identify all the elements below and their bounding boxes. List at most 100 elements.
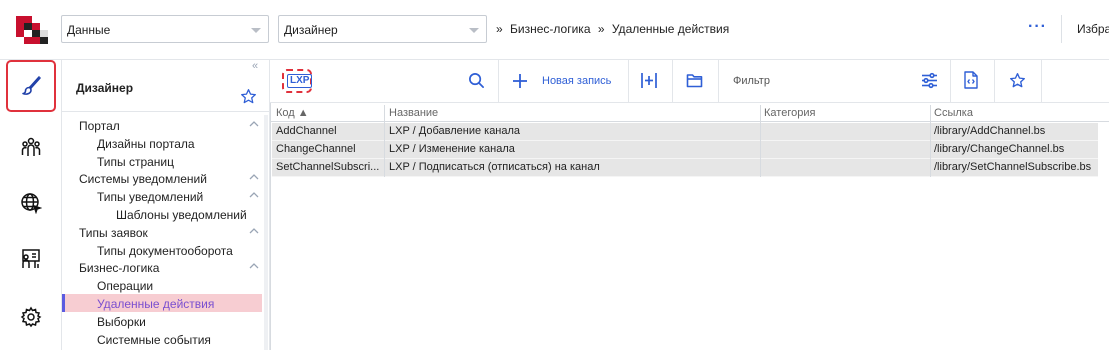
column-header-code[interactable]: Код ▲ bbox=[276, 107, 309, 119]
rail-item-users[interactable] bbox=[6, 122, 56, 174]
table-row[interactable]: SetChannelSubscri... LXP / Подписаться (о… bbox=[272, 159, 1098, 177]
table-cell-link: /library/ChangeChannel.bs bbox=[934, 143, 1065, 155]
table-cell-code: ChangeChannel bbox=[276, 143, 356, 155]
tree-item-label: Дизайны портала bbox=[97, 136, 195, 151]
more-menu-button[interactable]: ··· bbox=[1028, 18, 1047, 36]
tree-item-label: Типы документооборота bbox=[97, 243, 233, 258]
gear-icon bbox=[20, 306, 42, 331]
toolbar-divider bbox=[498, 60, 499, 103]
toolbar: LXP Новая запись Фильтр bbox=[270, 60, 1109, 103]
rail-item-presentation[interactable] bbox=[6, 234, 56, 286]
toolbar-divider bbox=[718, 60, 719, 103]
mode-select[interactable]: Дизайнер bbox=[278, 15, 487, 43]
table-row[interactable]: AddChannel LXP / Добавление канала/librar… bbox=[272, 123, 1098, 141]
globe-icon bbox=[20, 192, 43, 217]
tree-item[interactable]: Операции bbox=[62, 276, 270, 294]
search-icon[interactable] bbox=[468, 72, 485, 92]
chevron-down-icon bbox=[251, 28, 261, 33]
left-rail bbox=[0, 60, 62, 350]
chevron-up-icon[interactable] bbox=[248, 225, 260, 239]
top-bar: Данные Дизайнер » Бизнес-логика » Удален… bbox=[0, 0, 1109, 60]
main-left-border bbox=[270, 103, 271, 350]
table-cell-code: AddChannel bbox=[276, 125, 337, 137]
plus-icon[interactable] bbox=[512, 73, 528, 92]
tree-item[interactable]: Удаленные действия bbox=[62, 294, 262, 312]
tree-item-label: Операции bbox=[97, 279, 154, 294]
tree-item[interactable]: Системные события bbox=[62, 330, 270, 348]
tree-item[interactable]: Портал bbox=[62, 116, 270, 134]
panel-scrollbar[interactable] bbox=[264, 115, 268, 350]
toolbar-divider bbox=[994, 60, 995, 103]
panel-title: Дизайнер bbox=[76, 81, 134, 95]
folder-icon[interactable] bbox=[686, 73, 703, 91]
tree-item-label: Системы уведомлений bbox=[79, 172, 207, 187]
mode-select-value: Дизайнер bbox=[284, 23, 338, 37]
column-header-name[interactable]: Название bbox=[389, 107, 438, 119]
people-icon bbox=[20, 136, 42, 161]
toolbar-divider bbox=[672, 60, 673, 103]
breadcrumb-separator: » bbox=[496, 22, 503, 36]
toolbar-divider bbox=[628, 60, 629, 103]
main-content: LXP Новая запись Фильтр Код ▲ Название К… bbox=[270, 60, 1109, 350]
table-cell-name: LXP / Подписаться (отписаться) на канал bbox=[389, 161, 600, 173]
table-header: Код ▲ Название Категория Ссылка bbox=[270, 105, 1109, 122]
chevron-up-icon[interactable] bbox=[248, 118, 260, 132]
chevron-up-icon[interactable] bbox=[248, 260, 260, 274]
breadcrumb-item-remote-actions[interactable]: Удаленные действия bbox=[612, 22, 729, 36]
toolbar-divider bbox=[1041, 60, 1042, 103]
rail-item-designer[interactable] bbox=[6, 60, 56, 112]
rail-item-settings[interactable] bbox=[6, 292, 56, 344]
tree-item[interactable]: Бизнес-логика bbox=[62, 258, 270, 276]
tree-item-label: Удаленные действия bbox=[97, 297, 215, 311]
table-row[interactable]: ChangeChannel LXP / Изменение канала/libr… bbox=[272, 141, 1098, 159]
tree-item[interactable]: Типы уведомлений bbox=[62, 187, 270, 205]
collapse-panel-icon[interactable]: « bbox=[252, 60, 258, 72]
column-divider bbox=[384, 105, 385, 177]
column-header-link[interactable]: Ссылка bbox=[934, 107, 973, 119]
tree-item[interactable]: Типы заявок bbox=[62, 223, 270, 241]
tree-item-label: Портал bbox=[79, 119, 120, 133]
tree-item[interactable]: Шаблоны уведомлений bbox=[62, 205, 270, 223]
tree-item[interactable]: Системы уведомлений bbox=[62, 169, 270, 187]
code-file-icon[interactable] bbox=[964, 71, 978, 92]
lxp-filter-badge[interactable]: LXP bbox=[287, 74, 313, 88]
toolbar-divider bbox=[950, 60, 951, 103]
tree-item[interactable]: Типы документооборота bbox=[62, 241, 270, 259]
topbar-divider bbox=[1061, 15, 1062, 43]
tree-item-label: Бизнес-логика bbox=[79, 261, 160, 276]
column-header-category[interactable]: Категория bbox=[764, 107, 815, 119]
rail-item-web[interactable] bbox=[6, 178, 56, 230]
columns-icon[interactable] bbox=[640, 72, 658, 92]
new-record-button[interactable]: Новая запись bbox=[542, 75, 611, 87]
table-cell-name: LXP / Изменение канала bbox=[389, 143, 515, 155]
presenter-icon bbox=[20, 248, 42, 273]
chevron-down-icon bbox=[469, 28, 479, 33]
tree-item[interactable]: Дизайны портала bbox=[62, 134, 270, 152]
tree-item[interactable]: Типы страниц bbox=[62, 152, 270, 170]
tree-item-label: Шаблоны уведомлений bbox=[116, 208, 247, 222]
table-cell-code: SetChannelSubscri... bbox=[276, 161, 380, 173]
tree-item-label: Типы заявок bbox=[79, 225, 148, 240]
chevron-up-icon[interactable] bbox=[248, 171, 260, 185]
favorites-link[interactable]: Избра bbox=[1077, 22, 1109, 36]
breadcrumb-separator: » bbox=[597, 22, 605, 36]
breadcrumb-item-business-logic[interactable]: Бизнес-логика bbox=[510, 22, 590, 36]
table-cell-name: LXP / Добавление канала bbox=[389, 125, 521, 137]
favorite-star-icon[interactable] bbox=[1009, 72, 1026, 92]
app-logo[interactable] bbox=[16, 16, 48, 44]
brush-icon bbox=[20, 74, 42, 99]
sliders-icon[interactable] bbox=[921, 72, 938, 92]
table-cell-link: /library/SetChannelSubscribe.bs bbox=[934, 161, 1092, 173]
tree-item-label: Типы уведомлений bbox=[97, 190, 204, 205]
selection-indicator bbox=[62, 294, 65, 312]
tree-item[interactable]: Выборки bbox=[62, 312, 270, 330]
filter-field[interactable]: Фильтр bbox=[733, 75, 770, 87]
section-select-value: Данные bbox=[67, 23, 111, 37]
table-cell-link: /library/AddChannel.bs bbox=[934, 125, 1046, 137]
section-select[interactable]: Данные bbox=[61, 15, 269, 43]
star-icon[interactable] bbox=[240, 88, 257, 108]
breadcrumb: » Бизнес-логика » Удаленные действия bbox=[496, 22, 733, 36]
chevron-up-icon[interactable] bbox=[248, 189, 260, 203]
designer-panel: « Дизайнер Портал Дизайны портала Типы стр… bbox=[62, 60, 270, 350]
tree-item-label: Системные события bbox=[97, 332, 211, 347]
